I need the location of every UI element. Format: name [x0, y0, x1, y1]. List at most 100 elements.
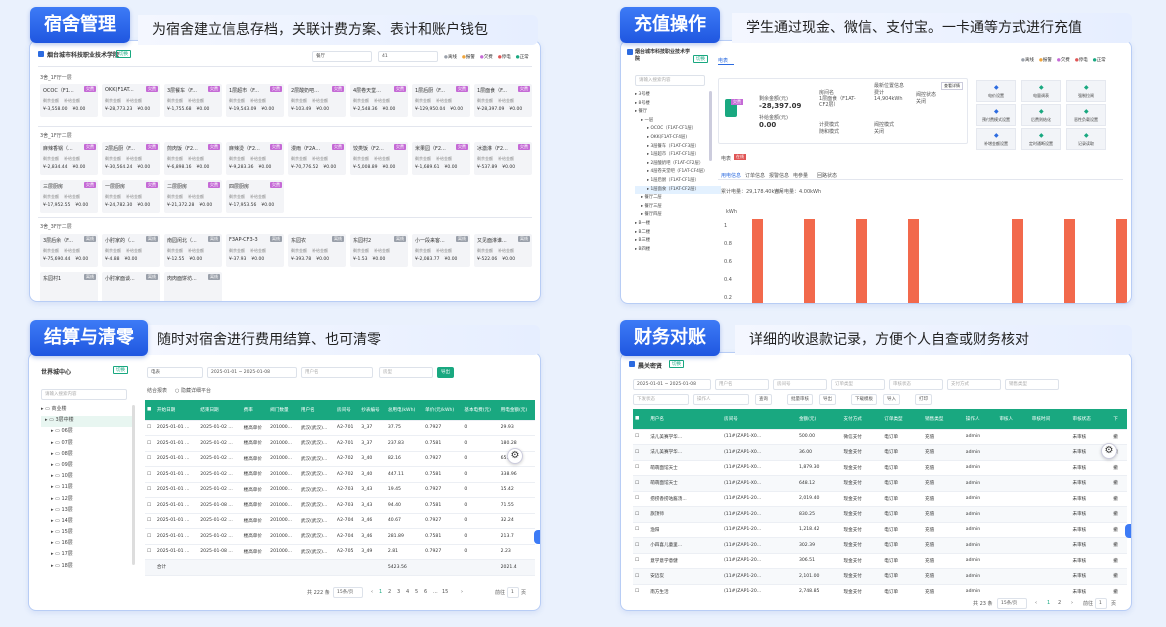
table-row[interactable]: ☐ 捞捞香捞咕酱汤... (11#)ZAP1-20... 2,019.40 现金支付 电订…	[633, 491, 1127, 507]
operation-button[interactable]: ◆ 电价设置	[976, 80, 1016, 102]
tree-node[interactable]: ▸ 1层面食（F1AT-CF2层）	[635, 185, 721, 195]
room-card[interactable]: 麻辣香锅（... 欠费 剩余金额 补给金额 ¥-2,834.44 ¥0.00	[40, 142, 98, 175]
tree-node[interactable]: ▸ ▭ 18层	[41, 562, 133, 573]
option-report[interactable]: 结合报表	[147, 387, 167, 394]
option-hide-detail[interactable]: ○ 隐藏详细平台	[175, 387, 211, 394]
filter-input[interactable]: 审核状态	[889, 379, 943, 390]
page-number[interactable]: ...	[433, 589, 438, 595]
tree-scrollbar[interactable]	[709, 91, 712, 161]
table-row[interactable]: ☐ 2025-01-01 ... 2025-01-02 ... 楼高单价 201000.…	[145, 528, 535, 545]
info-tab[interactable]: 回路状态	[817, 172, 837, 179]
action-button[interactable]: 查询	[755, 394, 772, 405]
page-number[interactable]: 2	[388, 589, 391, 595]
filter-input[interactable]: 房间号	[773, 379, 827, 390]
filter-input[interactable]: 操作人	[693, 394, 749, 405]
action-button[interactable]: 打印	[915, 394, 932, 405]
tree-node[interactable]: ▸ B二楼	[635, 229, 721, 238]
room-card[interactable]: 饺类饭（F2... 欠费 剩余金额 补给金额 ¥-5,008.89 ¥0.00	[350, 142, 408, 175]
info-tab[interactable]: 用电信息	[721, 172, 741, 179]
tree-search-input[interactable]: 请输入搜索内容	[635, 75, 705, 86]
tree-node[interactable]: ▸ ▭ 14层	[41, 517, 133, 528]
table-row[interactable]: ☐ 法儿美赛学华... (11#)ZAP1-X0... 500.00 微信支付 电订单 充值…	[633, 429, 1127, 445]
info-tab[interactable]: 电参量	[793, 172, 808, 179]
row-checkbox[interactable]: ☐	[633, 584, 649, 595]
page-number[interactable]: 3	[397, 589, 400, 595]
room-card[interactable]: 东园农 离线 剩余金额 补给金额 ¥-393.78 ¥0.00	[288, 234, 346, 267]
room-card[interactable]: 麻辣烫（F2... 欠费 剩余金额 补给金额 ¥-9,283.36 ¥0.00	[226, 142, 284, 175]
row-checkbox[interactable]: ☐	[633, 506, 649, 523]
switch-button[interactable]: 切换	[116, 50, 131, 58]
row-checkbox[interactable]: ☐	[633, 522, 649, 538]
room-card[interactable]: OCOC（F1... 欠费 剩余金额 补给金额 ¥-3,558.00 ¥0.00	[40, 84, 98, 117]
filter-input[interactable]: 下发状态	[633, 394, 689, 405]
room-card[interactable]: 2层后厨（F... 欠费 剩余金额 补给金额 ¥-30,564.24 ¥0.00	[102, 142, 160, 175]
table-row[interactable]: ☐ 小四喜儿童里... (11#)ZAP1-20... 302.39 现金支付 电订单 充值…	[633, 537, 1127, 554]
collapse-handle[interactable]	[534, 530, 540, 544]
room-card[interactable]: 东园村2 离线 剩余金额 补给金额 ¥-1.53 ¥0.00	[350, 234, 408, 267]
room-card[interactable]: 3层餐车（F... 欠费 剩余金额 补给金额 ¥-1,755.68 ¥0.00	[164, 84, 222, 117]
tree-node[interactable]: ▸ 2层酸奶吧（F1AT-CF2层）	[635, 160, 721, 169]
meter-type-select[interactable]: 电表	[147, 367, 203, 378]
row-checkbox[interactable]: ☐	[145, 497, 155, 514]
row-checkbox[interactable]: ☐	[633, 568, 649, 585]
table-row[interactable]: ☐ 2025-01-01 ... 2025-01-02 ... 楼高单价 201000.…	[145, 482, 535, 498]
tree-node[interactable]: ▸ ▭ 16层	[41, 539, 133, 550]
tree-node[interactable]: ▸ B三楼	[635, 237, 721, 246]
table-row[interactable]: ☐ 法儿美赛学华... (11#)ZAP1-X0... 36.00 现金支付 电订单 充值 a…	[633, 444, 1127, 461]
room-card[interactable]: 漫雨（F2A... 欠费 剩余金额 补给金额 ¥-70,776.52 ¥0.00	[288, 142, 346, 175]
prev-page-icon[interactable]: ‹	[371, 589, 373, 595]
page-number[interactable]: 6	[424, 589, 427, 595]
table-row[interactable]: ☐ 2025-01-01 ... 2025-01-02 ... 楼高单价 201000.…	[145, 435, 535, 452]
table-row[interactable]: ☐ 萌萌面馆天士 (11#)ZAP1-X0... 1,879.30 现金支付 电订单 充值 a…	[633, 460, 1127, 476]
operation-button[interactable]: ◆ 定时通断设置	[1021, 128, 1061, 150]
page-number[interactable]: 5	[415, 589, 418, 595]
table-row[interactable]: ☐ 2025-01-01 ... 2025-01-02 ... 楼高单价 201000.…	[145, 451, 535, 467]
room-card[interactable]: 小肘家的（... 离线 剩余金额 补给金额 ¥-4.88 ¥0.00	[102, 234, 160, 267]
tree-node[interactable]: ▸ ▭ 商业楼	[41, 405, 133, 416]
table-row[interactable]: ☐ 2025-01-01 ... 2025-01-08 ... 楼高单价 201000.…	[145, 544, 535, 560]
table-row[interactable]: ☐ 2025-01-01 ... 2025-01-08 ... 楼高单价 201000.…	[145, 497, 535, 514]
room-card[interactable]: 1层后厨（F... 欠费 剩余金额 补给金额 ¥-129,950.04 ¥0.00	[412, 84, 470, 117]
room-card[interactable]: 2层酸奶吧... 欠费 剩余金额 补给金额 ¥-103.49 ¥0.00	[288, 84, 346, 117]
info-tab[interactable]: 报警信息	[769, 172, 789, 179]
username-input[interactable]: 用户名	[301, 367, 373, 378]
room-card[interactable]: 小肘家面谈... 离线	[102, 272, 160, 301]
page-number[interactable]: 15	[442, 589, 448, 595]
row-checkbox[interactable]: ☐	[145, 466, 155, 483]
switch-button[interactable]: 切换	[113, 366, 128, 374]
operation-button[interactable]: ◆ 强制拉闸	[1066, 80, 1106, 102]
view-detail-button[interactable]: 查看详情	[941, 82, 963, 90]
table-row[interactable]: ☐ 萌萌面馆天士 (11#)ZAP1-X0... 648.12 现金支付 电订单 充值 adm…	[633, 475, 1127, 492]
page-number[interactable]: 1	[379, 589, 382, 595]
operation-button[interactable]: ◆ 电量调表	[1021, 80, 1061, 102]
table-row[interactable]: ☐ 渔阳 (11#)ZAP1-20... 1,218.42 现金支付 电订单 充值 admin…	[633, 522, 1127, 538]
row-checkbox[interactable]: ☐	[633, 444, 649, 461]
operation-button[interactable]: ◆ 预付费模式设置	[976, 104, 1016, 126]
page-number[interactable]: 1	[1047, 600, 1050, 606]
row-checkbox[interactable]: ☐	[145, 435, 155, 452]
page-size-select[interactable]: 15条/页	[333, 587, 363, 598]
room-card[interactable]: 小一段来客... 离线 剩余金额 补给金额 ¥-2,083.77 ¥0.00	[412, 234, 470, 267]
switch-button[interactable]: 切换	[693, 55, 708, 63]
tree-node[interactable]: ▸ ▭ 13层	[41, 506, 133, 517]
operation-button[interactable]: ◆ 恶性负载设置	[1066, 104, 1106, 126]
table-row[interactable]: ☐ 安迈炭 (11#)ZAP1-20... 2,101.00 现金支付 电订单 充值 admi…	[633, 568, 1127, 585]
tab-meter[interactable]: 电表	[718, 57, 728, 64]
table-row[interactable]: ☐ 旗顶师 (11#)ZAP1-20... 830.25 现金支付 电订单 充值 admin 未…	[633, 506, 1127, 523]
tree-node[interactable]: ▸ ▭ 08层	[41, 450, 133, 461]
next-page-icon[interactable]: ›	[461, 589, 463, 595]
filter-input[interactable]: 用户名	[715, 379, 769, 390]
info-tab[interactable]: 订单信息	[745, 172, 765, 179]
collapse-handle[interactable]	[1125, 524, 1131, 538]
row-checkbox[interactable]: ☐	[633, 553, 649, 569]
room-card[interactable]: 东园村1 离线	[40, 272, 98, 301]
room-card[interactable]: 1层面食（F... 欠费 剩余金额 补给金额 ¥-28,397.09 ¥0.00	[474, 84, 532, 117]
tree-node[interactable]: ▸ ▭ 11层	[41, 483, 133, 494]
room-card[interactable]: 冰激淋（F2... 欠费 剩余金额 补给金额 ¥-537.89 ¥0.00	[474, 142, 532, 175]
row-checkbox[interactable]: ☐	[633, 475, 649, 492]
table-row[interactable]: ☐ 2025-01-01 ... 2025-01-02 ... 楼高单价 201000.…	[145, 513, 535, 529]
room-card[interactable]: 四层厨房 欠费 剩余金额 补给金额 ¥-17,953.56 ¥0.00	[226, 180, 284, 213]
room-card[interactable]: F3AP-CF3-3 离线 剩余金额 补给金额 ¥-37.93 ¥0.00	[226, 234, 284, 267]
tree-node[interactable]: ▸ B四楼	[635, 246, 721, 255]
row-checkbox[interactable]: ☐	[145, 451, 155, 467]
